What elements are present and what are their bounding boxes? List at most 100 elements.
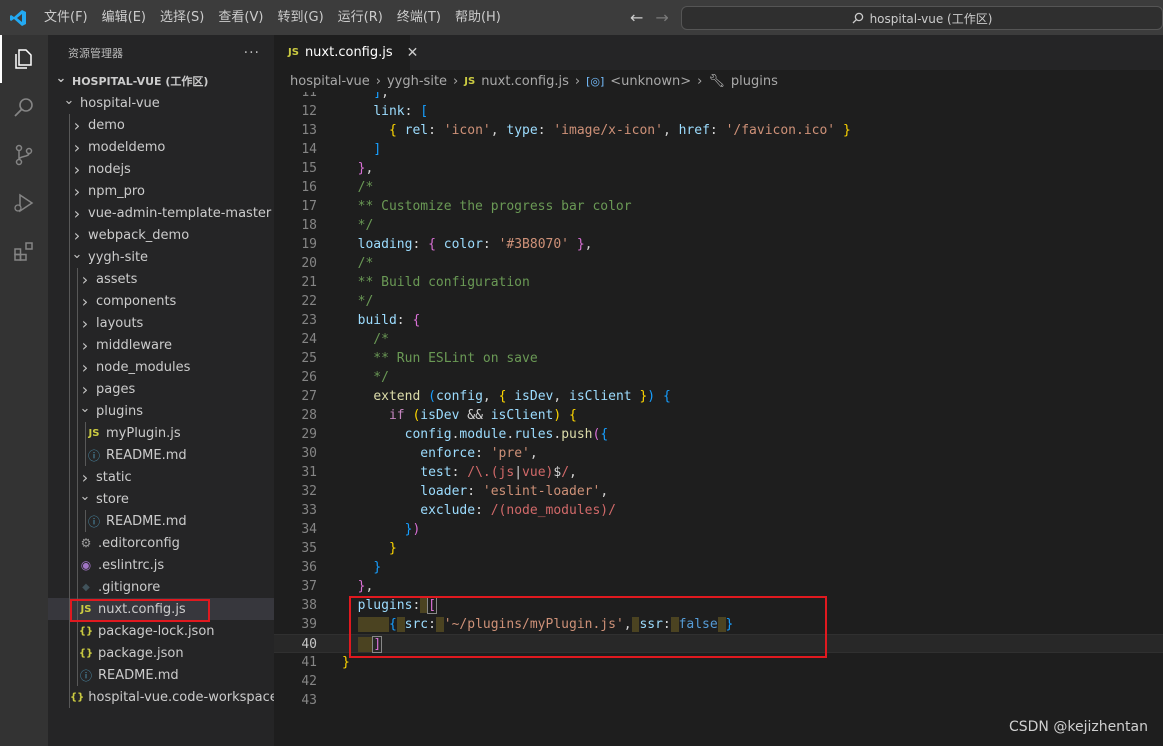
chevron-down-icon: ⌄ xyxy=(79,400,91,416)
tree-folder[interactable]: › pages xyxy=(48,378,274,400)
tree-file[interactable]: {} package.json xyxy=(48,642,274,664)
explorer-header: 资源管理器 ··· xyxy=(48,35,274,70)
run-debug-icon[interactable] xyxy=(0,179,48,227)
tree-item-label: vue-admin-template-master xyxy=(88,205,272,221)
indent-guide xyxy=(85,444,86,466)
code-line: 15 }, xyxy=(274,159,1163,178)
chevron-right-icon: › xyxy=(81,357,89,377)
menu-terminal[interactable]: 终端(T) xyxy=(390,0,448,35)
tree-folder[interactable]: ⌄ plugins xyxy=(48,400,274,422)
tree-file[interactable]: ◉ .eslintrc.js xyxy=(48,554,274,576)
indent-guide xyxy=(69,378,70,400)
menu-go[interactable]: 转到(G) xyxy=(270,0,330,35)
watermark: CSDN @kejizhentan xyxy=(1008,719,1148,735)
source-control-icon[interactable] xyxy=(0,131,48,179)
indent-guide xyxy=(69,576,70,598)
code-line: 36 } xyxy=(274,558,1163,577)
menu-file[interactable]: 文件(F) xyxy=(37,0,95,35)
tree-folder[interactable]: › nodejs xyxy=(48,158,274,180)
tree-folder[interactable]: › modeldemo xyxy=(48,136,274,158)
tree-folder[interactable]: › assets xyxy=(48,268,274,290)
more-actions-icon[interactable]: ··· xyxy=(244,45,260,61)
tree-file[interactable]: ⓘ README.md xyxy=(48,444,274,466)
tree-file[interactable]: {} package-lock.json xyxy=(48,620,274,642)
indent-guide xyxy=(77,312,78,334)
line-number: 20 xyxy=(301,256,317,271)
indent-guide xyxy=(77,290,78,312)
indent-guide xyxy=(69,180,70,202)
code-line: 37 }, xyxy=(274,577,1163,596)
chevron-right-icon: › xyxy=(81,269,89,289)
tree-file[interactable]: ⚙ .editorconfig xyxy=(48,532,274,554)
tree-item-label: yygh-site xyxy=(88,249,149,265)
tree-file[interactable]: ⓘ README.md xyxy=(48,664,274,686)
code-line: 21 ** Build configuration xyxy=(274,273,1163,292)
tree-file[interactable]: JS myPlugin.js xyxy=(48,422,274,444)
breadcrumb-item-plugins[interactable]: plugins xyxy=(731,74,778,89)
tree-item-label: README.md xyxy=(98,667,179,683)
breadcrumb-item-unknown[interactable]: <unknown> xyxy=(610,74,691,89)
menu-selection[interactable]: 选择(S) xyxy=(153,0,211,35)
tree-item-label: npm_pro xyxy=(88,183,145,199)
chevron-right-icon: › xyxy=(574,73,581,89)
code-line: 43 xyxy=(274,691,1163,710)
code-line: 34 }) xyxy=(274,520,1163,539)
tree-item-label: hospital-vue.code-workspace xyxy=(88,689,278,705)
tree-item-label: .gitignore xyxy=(98,579,161,595)
indent-guide xyxy=(69,246,70,268)
menu-run[interactable]: 运行(R) xyxy=(331,0,390,35)
code-line: 29 config.module.rules.push({ xyxy=(274,425,1163,444)
file-highlight-annotation xyxy=(70,599,210,622)
extensions-icon[interactable] xyxy=(0,227,48,275)
forward-arrow-icon[interactable]: → xyxy=(655,8,668,27)
breadcrumb-item-file[interactable]: nuxt.config.js xyxy=(481,74,569,89)
tree-item-label: demo xyxy=(88,117,125,133)
indent-guide xyxy=(77,356,78,378)
chevron-right-icon: › xyxy=(697,73,703,89)
tree-folder[interactable]: › static xyxy=(48,466,274,488)
tree-folder[interactable]: › layouts xyxy=(48,312,274,334)
menu-help[interactable]: 帮助(H) xyxy=(448,0,508,35)
close-icon[interactable]: ✕ xyxy=(407,45,419,61)
code-line: 17 ** Customize the progress bar color xyxy=(274,197,1163,216)
tree-folder[interactable]: › npm_pro xyxy=(48,180,274,202)
chevron-right-icon: › xyxy=(73,159,81,179)
tree-file[interactable]: ⓘ README.md xyxy=(48,510,274,532)
tab-nuxt-config[interactable]: JS nuxt.config.js ✕ xyxy=(274,35,418,70)
tree-item-label: myPlugin.js xyxy=(106,425,181,441)
tree-item-label: middleware xyxy=(96,337,173,353)
explorer-icon[interactable] xyxy=(0,35,48,83)
tree-folder[interactable]: ⌄ yygh-site xyxy=(48,246,274,268)
tree-folder[interactable]: ⌄ hospital-vue xyxy=(48,92,274,114)
tree-folder[interactable]: ⌄ HOSPITAL-VUE (工作区) xyxy=(48,70,274,92)
breadcrumb-item-yygh-site[interactable]: yygh-site xyxy=(387,74,447,89)
tree-folder[interactable]: › components xyxy=(48,290,274,312)
menu-bar: 文件(F) 编辑(E) 选择(S) 查看(V) 转到(G) 运行(R) 终端(T… xyxy=(37,0,508,35)
back-arrow-icon[interactable]: ← xyxy=(630,8,643,27)
tree-folder[interactable]: ⌄ store xyxy=(48,488,274,510)
line-number: 31 xyxy=(301,465,317,480)
code-line: 12 link: [ xyxy=(274,102,1163,121)
menu-edit[interactable]: 编辑(E) xyxy=(95,0,153,35)
chevron-right-icon: › xyxy=(453,73,459,89)
menu-view[interactable]: 查看(V) xyxy=(211,0,270,35)
command-center-search[interactable]: hospital-vue (工作区) xyxy=(681,6,1163,30)
indent-guide xyxy=(69,202,70,224)
indent-guide xyxy=(69,620,70,642)
indent-guide xyxy=(69,422,70,444)
code-line: 26 */ xyxy=(274,368,1163,387)
js-file-icon: JS xyxy=(288,47,299,58)
tree-folder[interactable]: › middleware xyxy=(48,334,274,356)
tree-folder[interactable]: › demo xyxy=(48,114,274,136)
json-file-icon: {} xyxy=(78,647,94,659)
tree-item-label: components xyxy=(96,293,177,309)
tree-folder[interactable]: › webpack_demo xyxy=(48,224,274,246)
tree-folder[interactable]: › vue-admin-template-master xyxy=(48,202,274,224)
breadcrumb-item-hospital-vue[interactable]: hospital-vue xyxy=(290,74,370,89)
search-sidebar-icon[interactable] xyxy=(0,83,48,131)
tree-folder[interactable]: › node_modules xyxy=(48,356,274,378)
tree-file[interactable]: {} hospital-vue.code-workspace xyxy=(48,686,278,708)
indent-guide xyxy=(85,510,86,532)
line-number: 16 xyxy=(301,180,317,195)
tree-file[interactable]: ◆ .gitignore xyxy=(48,576,274,598)
